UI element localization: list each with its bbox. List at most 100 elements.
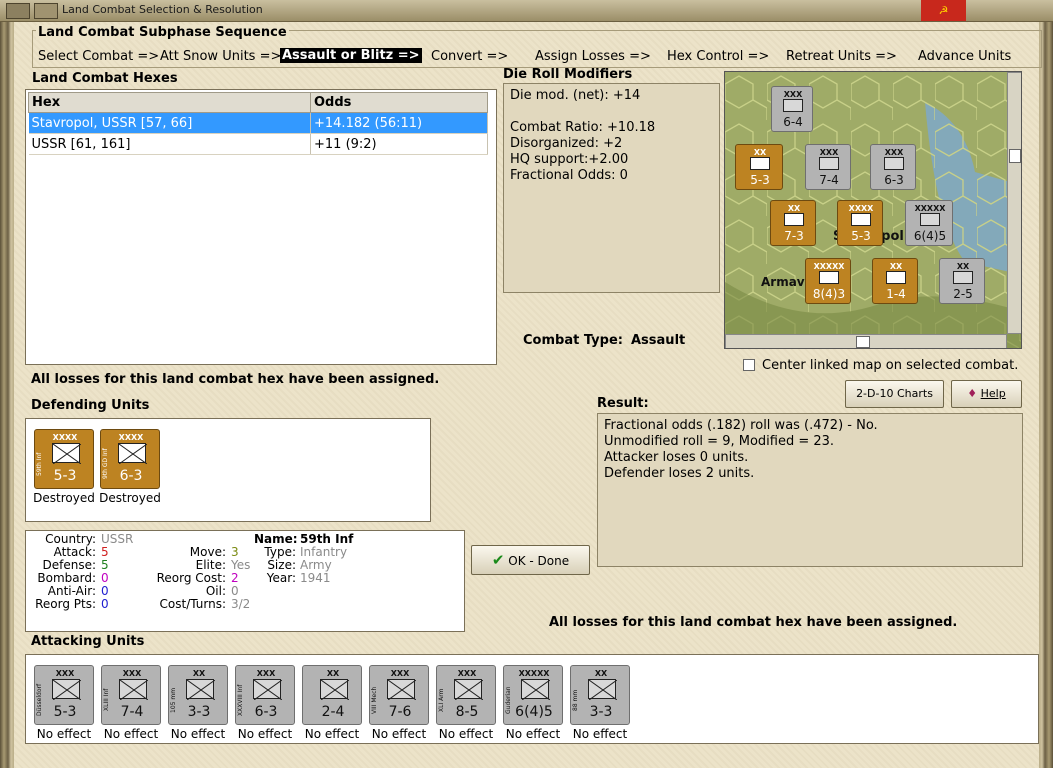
map-counter[interactable]: XX 5-3 bbox=[735, 144, 783, 190]
attacking-units-title: Attacking Units bbox=[31, 634, 145, 649]
defending-unit-counter[interactable]: XXXX 9th GD Inf 6-3 bbox=[100, 429, 160, 489]
checkmark-icon: ✔ bbox=[491, 551, 505, 569]
ok-done-button[interactable]: ✔ OK - Done bbox=[471, 545, 590, 575]
book-icon: ♦ bbox=[967, 387, 978, 400]
cost-turns-label: Cost/Turns: bbox=[159, 597, 226, 611]
close-button[interactable]: ☭ bbox=[921, 0, 966, 21]
die-roll-panel: Die mod. (net): +14 Combat Ratio: +10.18… bbox=[503, 83, 720, 293]
attacking-unit-status: No effect bbox=[237, 727, 293, 741]
step-advance-units: Advance Units bbox=[918, 49, 1012, 64]
attacking-unit-counter[interactable]: XXXXX Guderian 6(4)5 bbox=[503, 665, 563, 725]
linked-map[interactable]: Armav Stavropol XXX 6-4 XX 5-3 XXX 7-4 X… bbox=[724, 71, 1022, 349]
attacking-unit-counter[interactable]: XX 105 mm 3-3 bbox=[168, 665, 228, 725]
die-roll-title: Die Roll Modifiers bbox=[503, 67, 633, 82]
map-counter[interactable]: XX 2-5 bbox=[939, 258, 985, 304]
step-assault-or-blitz: Assault or Blitz => bbox=[280, 48, 422, 63]
attacking-unit-counter[interactable]: XX 2-4 bbox=[302, 665, 362, 725]
result-line: Fractional odds (.182) roll was (.472) -… bbox=[604, 418, 878, 433]
map-counter[interactable]: XXX 6-3 bbox=[870, 144, 916, 190]
attacking-unit-status: No effect bbox=[36, 727, 92, 741]
map-counter[interactable]: XXXXX 8(4)3 bbox=[805, 258, 851, 304]
defending-units-box: XXXX 59th Inf 5-3 Destroyed XXXX 9th GD … bbox=[25, 418, 431, 522]
map-counter[interactable]: XX 7-3 bbox=[770, 200, 816, 246]
odds-cell: +11 (9:2) bbox=[310, 133, 488, 155]
attacking-unit-counter[interactable]: XXX XXXVIII Inf 6-3 bbox=[235, 665, 295, 725]
column-odds[interactable]: Odds bbox=[310, 92, 488, 113]
map-counter[interactable]: XXX 7-4 bbox=[805, 144, 851, 190]
defending-units-title: Defending Units bbox=[31, 398, 150, 413]
help-button[interactable]: ♦ Help bbox=[951, 380, 1022, 408]
step-convert: Convert => bbox=[431, 49, 509, 64]
system-menu-button[interactable] bbox=[6, 3, 30, 19]
year-label: Year: bbox=[266, 571, 296, 585]
attacking-unit-status: No effect bbox=[438, 727, 494, 741]
attacking-unit-status: No effect bbox=[505, 727, 561, 741]
reorg-pts-value: 0 bbox=[101, 597, 109, 611]
fractional-odds: Fractional Odds: 0 bbox=[510, 168, 628, 183]
defending-unit-counter[interactable]: XXXX 59th Inf 5-3 bbox=[34, 429, 94, 489]
window: Land Combat Selection & Resolution ☭ Lan… bbox=[0, 0, 1053, 768]
combat-type-label: Combat Type: bbox=[523, 333, 623, 348]
step-att-snow-units: Att Snow Units => bbox=[160, 49, 282, 64]
losses-assigned-message-2: All losses for this land combat hex have… bbox=[549, 615, 958, 630]
map-vscroll-thumb[interactable] bbox=[1009, 149, 1021, 163]
combat-hexes-title: Land Combat Hexes bbox=[32, 71, 178, 86]
unit-info-panel: Country: Attack: Defense: Bombard: Anti-… bbox=[25, 530, 465, 632]
step-select-combat: Select Combat => bbox=[38, 49, 160, 64]
charts-button[interactable]: 2-D-10 Charts bbox=[845, 380, 944, 408]
map-hscroll-thumb[interactable] bbox=[856, 336, 870, 348]
result-title: Result: bbox=[597, 396, 649, 411]
attacking-unit-status: No effect bbox=[572, 727, 628, 741]
column-hex[interactable]: Hex bbox=[28, 92, 311, 113]
combat-ratio: Combat Ratio: +10.18 bbox=[510, 120, 656, 135]
center-map-label: Center linked map on selected combat. bbox=[762, 358, 1019, 373]
map-horizontal-scrollbar[interactable] bbox=[725, 334, 1007, 348]
defending-unit-status: Destroyed bbox=[33, 491, 95, 505]
combat-hexes-list[interactable]: Hex Odds Stavropol, USSR [57, 66] +14.18… bbox=[25, 89, 497, 365]
result-line: Attacker loses 0 units. bbox=[604, 450, 749, 465]
map-counter[interactable]: XX 1-4 bbox=[872, 258, 918, 304]
table-row[interactable]: Stavropol, USSR [57, 66] +14.182 (56:11) bbox=[28, 112, 488, 134]
attacking-unit-status: No effect bbox=[371, 727, 427, 741]
attacking-unit-counter[interactable]: XXX XLIII Inf 7-4 bbox=[101, 665, 161, 725]
map-vertical-scrollbar[interactable] bbox=[1007, 72, 1021, 334]
reorg-pts-label: Reorg Pts: bbox=[35, 597, 96, 611]
result-line: Unmodified roll = 9, Modified = 23. bbox=[604, 434, 835, 449]
hex-cell: Stavropol, USSR [57, 66] bbox=[28, 112, 311, 134]
attacking-unit-status: No effect bbox=[170, 727, 226, 741]
map-counter[interactable]: XXXXX 6(4)5 bbox=[905, 200, 953, 246]
attacking-unit-counter[interactable]: XX 88 mm 3-3 bbox=[570, 665, 630, 725]
subphase-title: Land Combat Subphase Sequence bbox=[36, 25, 289, 40]
disorganized: Disorganized: +2 bbox=[510, 136, 623, 151]
result-panel: Fractional odds (.182) roll was (.472) -… bbox=[597, 413, 1023, 567]
step-assign-losses: Assign Losses => bbox=[535, 49, 651, 64]
attacking-units-box: XXX Düsseldorf 5-3 No effect XXX XLIII Inf 7-4… bbox=[25, 654, 1039, 744]
restore-button[interactable] bbox=[34, 3, 58, 19]
map-counter-selected[interactable]: XXXX 5-3 bbox=[837, 200, 883, 246]
combat-type-value: Assault bbox=[631, 333, 686, 348]
losses-assigned-message: All losses for this land combat hex have… bbox=[31, 372, 440, 387]
odds-cell: +14.182 (56:11) bbox=[310, 112, 488, 134]
ok-done-label: OK - Done bbox=[508, 554, 570, 568]
center-map-checkbox[interactable] bbox=[743, 359, 755, 371]
attacking-unit-counter[interactable]: XXX XLI Arm 8-5 bbox=[436, 665, 496, 725]
table-row[interactable]: USSR [61, 161] +11 (9:2) bbox=[28, 133, 488, 155]
attacking-unit-status: No effect bbox=[304, 727, 360, 741]
attacking-unit-counter[interactable]: XXX Düsseldorf 5-3 bbox=[34, 665, 94, 725]
die-roll-spacer bbox=[510, 104, 713, 120]
hex-cell: USSR [61, 161] bbox=[28, 133, 311, 155]
hq-support: HQ support:+2.00 bbox=[510, 152, 629, 167]
title-bar[interactable]: Land Combat Selection & Resolution ☭ bbox=[0, 0, 1053, 22]
window-title: Land Combat Selection & Resolution bbox=[62, 3, 263, 16]
defending-unit-status: Destroyed bbox=[99, 491, 161, 505]
help-button-label: Help bbox=[980, 387, 1006, 400]
attacking-unit-counter[interactable]: XXX VIII Mech 7-6 bbox=[369, 665, 429, 725]
step-retreat-units: Retreat Units => bbox=[786, 49, 897, 64]
result-line: Defender loses 2 units. bbox=[604, 466, 755, 481]
step-hex-control: Hex Control => bbox=[667, 49, 770, 64]
main-panel: Land Combat Subphase Sequence Select Com… bbox=[14, 22, 1042, 768]
cost-turns-value: 3/2 bbox=[231, 597, 251, 611]
map-counter[interactable]: XXX 6-4 bbox=[771, 86, 813, 132]
die-mod-net: Die mod. (net): +14 bbox=[510, 88, 641, 103]
attacking-unit-status: No effect bbox=[103, 727, 159, 741]
